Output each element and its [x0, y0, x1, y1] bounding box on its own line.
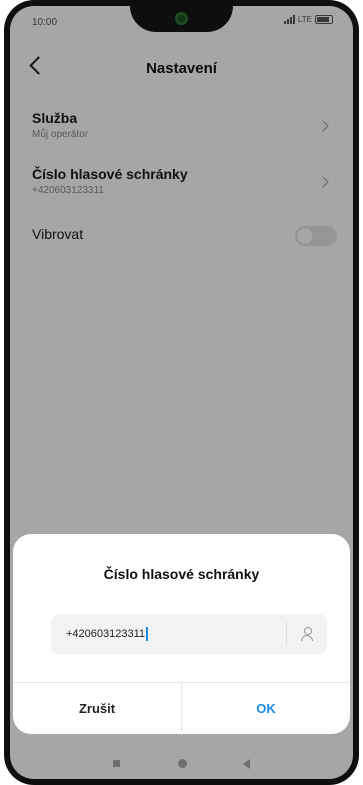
nav-back-icon[interactable]: [243, 759, 250, 769]
input-divider: [286, 622, 287, 646]
contact-icon[interactable]: [301, 627, 313, 641]
voicemail-dialog: Číslo hlasové schránky +420603123311 Zru…: [13, 534, 350, 735]
phone-frame: 10:00 LTE Nastavení Služba Můj operátor …: [4, 0, 359, 785]
notch: [130, 6, 233, 32]
camera-icon: [175, 12, 188, 25]
voicemail-number-input[interactable]: +420603123311: [51, 614, 327, 654]
dialog-title: Číslo hlasové schránky: [103, 566, 260, 582]
screen: 10:00 LTE Nastavení Služba Můj operátor …: [10, 6, 353, 779]
home-icon[interactable]: [178, 759, 187, 768]
input-value: +420603123311: [66, 614, 148, 654]
cancel-button[interactable]: Zrušit: [13, 683, 181, 735]
recent-apps-icon[interactable]: [113, 760, 120, 767]
dialog-actions: Zrušit OK: [13, 682, 350, 735]
system-nav-bar: [10, 751, 353, 779]
text-caret: [146, 627, 148, 642]
ok-button[interactable]: OK: [182, 683, 350, 735]
